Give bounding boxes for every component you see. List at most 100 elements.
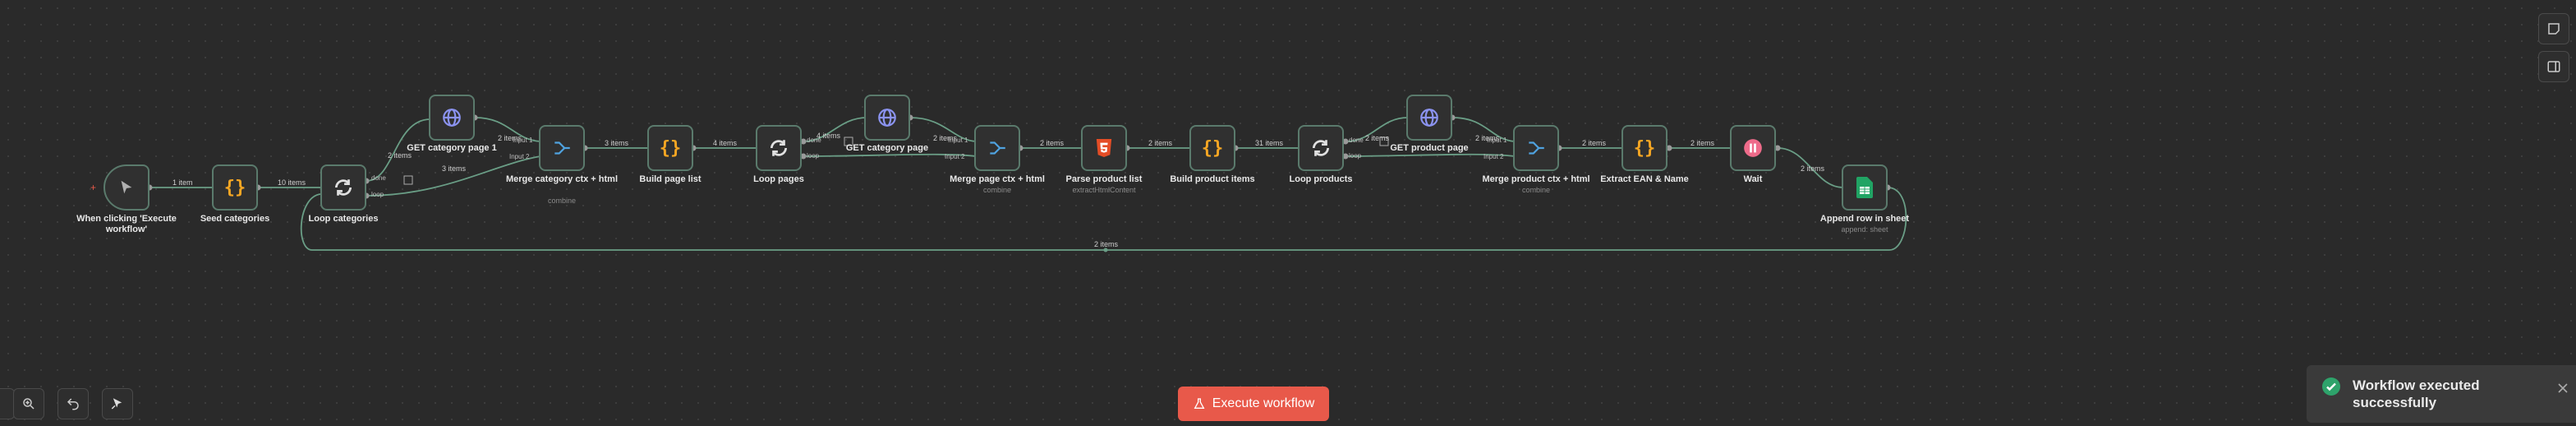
node-label: Merge page ctx + html bbox=[950, 174, 1045, 184]
code-braces-icon: {} bbox=[659, 137, 682, 159]
node-label: Seed categories bbox=[200, 214, 270, 224]
node-subtitle: combine bbox=[982, 186, 1012, 194]
sticky-note-button[interactable] bbox=[2538, 13, 2569, 44]
loop-icon bbox=[1312, 140, 1330, 156]
loop-icon bbox=[334, 179, 352, 196]
node-label: GET product page bbox=[1390, 143, 1469, 153]
sidebar-icon bbox=[2547, 61, 2560, 72]
edge-label: 3 items bbox=[442, 164, 467, 173]
undo-button[interactable] bbox=[58, 388, 89, 419]
node-subtitle: combine bbox=[547, 197, 577, 205]
node-label: Extract EAN & Name bbox=[1600, 174, 1689, 184]
node-get-category-page-1[interactable] bbox=[429, 95, 475, 141]
edge-label: 2 items bbox=[1148, 139, 1173, 147]
node-seed-categories[interactable]: {} bbox=[212, 164, 258, 211]
port-label-loop: loop bbox=[1349, 152, 1362, 160]
node-label: Parse product list bbox=[1065, 174, 1143, 184]
globe-icon bbox=[1420, 109, 1438, 127]
port-label-input2: Input 2 bbox=[509, 153, 530, 160]
check-circle-icon bbox=[2322, 377, 2340, 396]
edge-label: 4 items bbox=[713, 139, 738, 147]
execute-workflow-button[interactable]: Execute workflow bbox=[1178, 387, 1329, 421]
code-braces-icon: {} bbox=[1633, 137, 1656, 159]
node-merge-category[interactable] bbox=[539, 125, 585, 171]
pause-icon bbox=[1744, 139, 1762, 157]
node-loop-pages[interactable] bbox=[756, 125, 802, 171]
globe-icon bbox=[443, 109, 461, 127]
toast-message: Workflow executed successfully bbox=[2353, 377, 2480, 410]
node-label: GET category page bbox=[845, 143, 929, 153]
zoom-in-icon bbox=[23, 398, 34, 410]
node-label: Merge product ctx + html bbox=[1482, 174, 1590, 184]
zoom-in-button[interactable] bbox=[13, 388, 44, 419]
edge-label: 1 item bbox=[172, 178, 193, 187]
node-loop-products[interactable] bbox=[1298, 125, 1344, 171]
port-label-done: done bbox=[1349, 137, 1364, 144]
edge-label: 2 items bbox=[1582, 139, 1607, 147]
node-trigger[interactable] bbox=[104, 164, 150, 211]
port-label-input1: Input 1 bbox=[513, 137, 533, 144]
node-label: Build page list bbox=[639, 174, 702, 184]
merge-icon bbox=[1529, 141, 1544, 155]
node-build-page-list[interactable]: {} bbox=[647, 125, 693, 171]
node-label: Build product items bbox=[1170, 174, 1255, 184]
port-label-loop: loop bbox=[371, 191, 384, 198]
port-label-done: done bbox=[371, 174, 386, 182]
node-wait[interactable] bbox=[1730, 125, 1776, 171]
html5-icon bbox=[1096, 139, 1112, 157]
node-get-product-page[interactable] bbox=[1406, 95, 1452, 141]
node-extract-ean-name[interactable]: {} bbox=[1622, 125, 1668, 171]
note-icon bbox=[2548, 23, 2560, 35]
cursor-icon bbox=[121, 180, 132, 194]
node-subtitle: combine bbox=[1521, 186, 1551, 194]
port-label-input1: Input 1 bbox=[948, 137, 968, 144]
success-toast: Workflow executed successfully bbox=[2307, 365, 2576, 423]
merge-icon bbox=[990, 141, 1005, 155]
connections-layer: + bbox=[90, 114, 1907, 252]
node-label: Loop pages bbox=[753, 174, 804, 184]
node-merge-product[interactable] bbox=[1513, 125, 1559, 171]
edge-label: 2 items bbox=[1094, 240, 1119, 248]
port-label-input1: Input 1 bbox=[1487, 137, 1507, 144]
port-label-input2: Input 2 bbox=[1484, 153, 1504, 160]
node-label: Loop products bbox=[1289, 174, 1353, 184]
panel-toggle-button[interactable] bbox=[2538, 51, 2569, 82]
node-append-row-in-sheet[interactable] bbox=[1842, 164, 1888, 211]
port-label-input2: Input 2 bbox=[945, 153, 965, 160]
node-parse-product-list[interactable] bbox=[1081, 125, 1127, 171]
edge-label: 3 items bbox=[605, 139, 629, 147]
node-get-category-page[interactable] bbox=[864, 95, 910, 141]
node-build-product-items[interactable]: {} bbox=[1189, 125, 1235, 171]
execute-workflow-label: Execute workflow bbox=[1212, 396, 1315, 410]
node-label: Loop categories bbox=[308, 214, 379, 224]
edge-label: 2 items bbox=[1690, 139, 1715, 147]
code-braces-icon: {} bbox=[1201, 137, 1224, 159]
edge-label: 2 items bbox=[1801, 164, 1825, 173]
node-loop-categories[interactable] bbox=[320, 164, 366, 211]
close-icon[interactable] bbox=[2558, 383, 2568, 393]
pointer-icon bbox=[111, 398, 122, 410]
node-subtitle: extractHtmlContent bbox=[1072, 186, 1136, 194]
node-label: Merge category ctx + html bbox=[505, 174, 619, 184]
edge-label: 2 items bbox=[1040, 139, 1065, 147]
port-label-loop: loop bbox=[807, 152, 820, 160]
flask-icon bbox=[1194, 398, 1205, 409]
code-braces-icon: {} bbox=[223, 177, 246, 198]
svg-text:+: + bbox=[90, 182, 96, 193]
port-label-done: done bbox=[807, 137, 821, 144]
edge-label: 10 items bbox=[278, 178, 306, 187]
edge-label: 2 items bbox=[388, 151, 412, 160]
sheets-icon bbox=[1856, 177, 1873, 198]
loop-icon bbox=[770, 140, 788, 156]
node-label: Wait bbox=[1743, 174, 1763, 184]
edge-label: 31 items bbox=[1255, 139, 1284, 147]
node-label: When clicking 'Execute workflow' bbox=[76, 214, 177, 234]
edge-label: 2 items bbox=[1365, 134, 1390, 142]
select-tool-button[interactable] bbox=[102, 388, 133, 419]
node-label: Append row in sheet bbox=[1819, 214, 1910, 224]
workflow-canvas[interactable]: + When clicking 'Execute workflow' {} Se… bbox=[0, 0, 2576, 426]
undo-icon bbox=[67, 398, 79, 410]
node-subtitle: append: sheet bbox=[1841, 225, 1888, 234]
merge-icon bbox=[554, 141, 570, 155]
node-merge-page[interactable] bbox=[974, 125, 1020, 171]
